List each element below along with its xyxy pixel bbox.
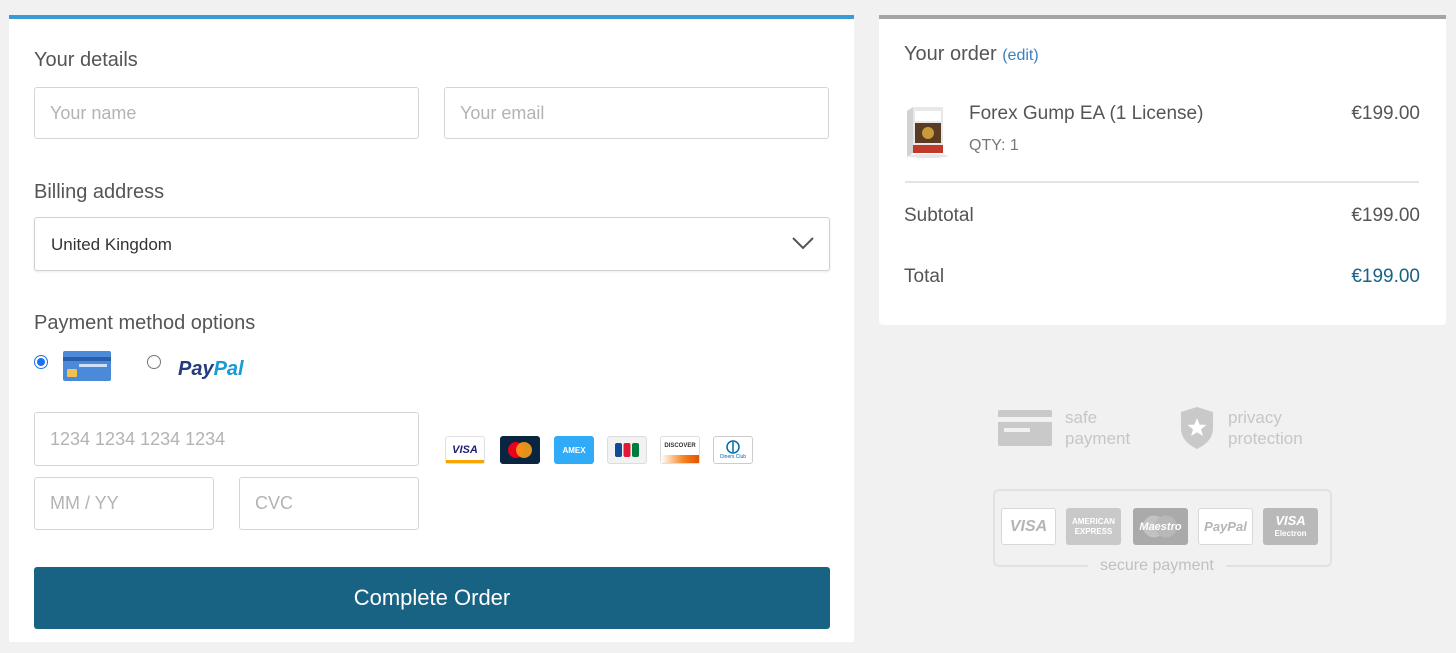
product-thumbnail: [903, 105, 949, 159]
country-select[interactable]: United Kingdom: [34, 217, 830, 271]
country-value: United Kingdom: [51, 235, 172, 254]
credit-card-icon: [63, 351, 111, 381]
divider: [905, 181, 1419, 183]
jcb-logo: [607, 436, 647, 464]
visa-logo: VISA: [445, 436, 485, 464]
order-summary-card: Your order (edit) Forex Gump EA (1 Licen…: [879, 15, 1446, 325]
mastercard-logo: [500, 436, 540, 464]
details-title: Your details: [34, 49, 138, 71]
cvc-input[interactable]: [239, 477, 419, 530]
email-input[interactable]: [444, 87, 829, 139]
expiry-input[interactable]: [34, 477, 214, 530]
edit-order-link[interactable]: (edit): [1002, 47, 1038, 64]
total-value: €199.00: [1351, 266, 1420, 287]
paypal-radio[interactable]: [147, 355, 161, 369]
visa-electron-badge: VISA Electron: [1263, 508, 1318, 545]
shield-icon: [1181, 407, 1213, 449]
amex-badge: AMERICAN EXPRESS: [1066, 508, 1121, 545]
diners-club-logo: Diners Club: [713, 436, 753, 464]
payment-title: Payment method options: [34, 312, 256, 334]
subtotal-label: Subtotal: [904, 205, 974, 226]
subtotal-value: €199.00: [1351, 205, 1420, 226]
total-label: Total: [904, 266, 945, 287]
maestro-badge: Maestro: [1133, 508, 1188, 545]
visa-badge: VISA: [1001, 508, 1056, 545]
privacy-protection-label: privacy protection: [1228, 408, 1303, 448]
amex-logo: AMEX: [554, 436, 594, 464]
product-price: €199.00: [1351, 103, 1420, 124]
paypal-logo: PayPal: [178, 358, 244, 380]
product-name: Forex Gump EA (1 License): [969, 103, 1204, 124]
paypal-badge: PayPal: [1198, 508, 1253, 545]
card-icon: [998, 410, 1052, 446]
name-input[interactable]: [34, 87, 419, 139]
chevron-down-icon: [792, 237, 814, 250]
checkout-form-card: Your details Billing address United King…: [9, 15, 854, 642]
card-radio[interactable]: [34, 355, 48, 369]
safe-payment-label: safe payment: [1065, 408, 1131, 448]
discover-logo: DISCOVER: [660, 436, 700, 464]
secure-payment-label: secure payment: [1088, 557, 1226, 575]
complete-order-button[interactable]: Complete Order: [34, 567, 830, 629]
card-number-input[interactable]: [34, 412, 419, 466]
product-qty: QTY: 1: [969, 137, 1019, 154]
billing-title: Billing address: [34, 181, 165, 203]
order-title: Your order (edit): [904, 43, 1039, 65]
